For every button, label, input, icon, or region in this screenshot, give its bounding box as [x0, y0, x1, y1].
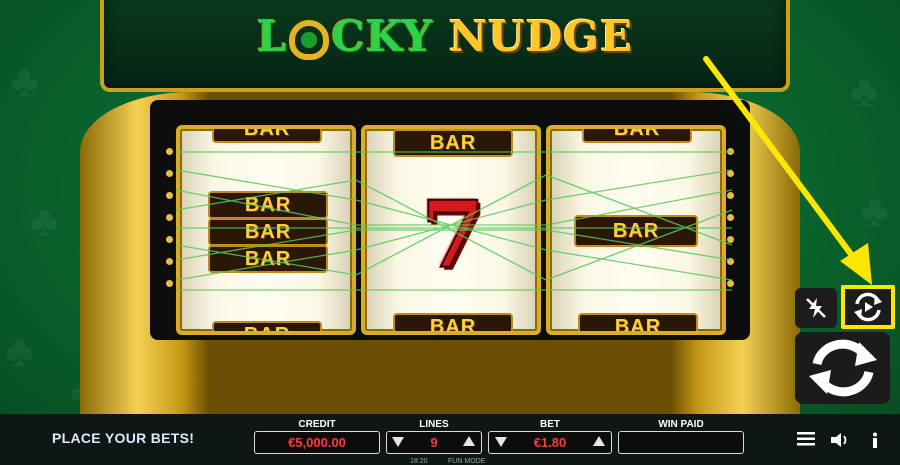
info-button[interactable]: [864, 432, 886, 453]
lines-label: LINES: [419, 419, 449, 430]
clover-decoration: ♣: [5, 327, 34, 376]
highlight-arrow: [703, 56, 872, 285]
payline-markers-left: [166, 148, 174, 302]
credit-label: CREDIT: [298, 419, 336, 430]
menu-icon: [797, 432, 815, 446]
turbo-button[interactable]: [795, 288, 837, 328]
info-icon: [873, 432, 877, 448]
game-stage: ♣ ♣ ♣ ♣ ♣ ♣ LCKY NUDGE BAR BAR BAR BAR B…: [0, 0, 900, 465]
lines-increase-button[interactable]: [463, 436, 475, 446]
clover-decoration: ♣: [10, 57, 39, 106]
status-message: PLACE YOUR BETS!: [52, 430, 195, 446]
bet-increase-button[interactable]: [593, 436, 605, 446]
lines-decrease-button[interactable]: [392, 437, 404, 447]
bet-decrease-button[interactable]: [495, 437, 507, 447]
mode-label: FUN MODE: [448, 458, 486, 465]
horseshoe-icon: [289, 20, 330, 60]
lightning-off-icon: [806, 298, 826, 318]
credit-value: €5,000.00: [254, 431, 380, 454]
win-paid-label: WIN PAID: [658, 419, 704, 430]
autoplay-icon: [854, 292, 882, 322]
win-paid-value: [618, 431, 744, 454]
logo-word-nudge: NUDGE: [448, 12, 634, 61]
clock: 18:20: [410, 458, 428, 465]
game-logo: L CKY NUDGE: [104, 12, 786, 61]
logo-word-lucky: CKY: [331, 12, 434, 61]
clover-decoration: ♣: [30, 197, 59, 246]
logo-letter-l: L: [256, 12, 288, 61]
speaker-icon: [831, 433, 847, 447]
sound-button[interactable]: [830, 432, 852, 453]
spin-icon: [808, 339, 877, 397]
paylines-overlay: [176, 151, 732, 291]
spin-button[interactable]: [795, 332, 890, 404]
bet-label: BET: [540, 419, 560, 430]
bar-symbol: BAR: [212, 321, 322, 331]
logo-panel: L CKY NUDGE: [100, 0, 790, 92]
menu-button[interactable]: [795, 432, 817, 451]
bar-symbol: BAR: [393, 313, 513, 331]
autoplay-button[interactable]: [841, 285, 895, 329]
bar-symbol: BAR: [578, 313, 698, 331]
